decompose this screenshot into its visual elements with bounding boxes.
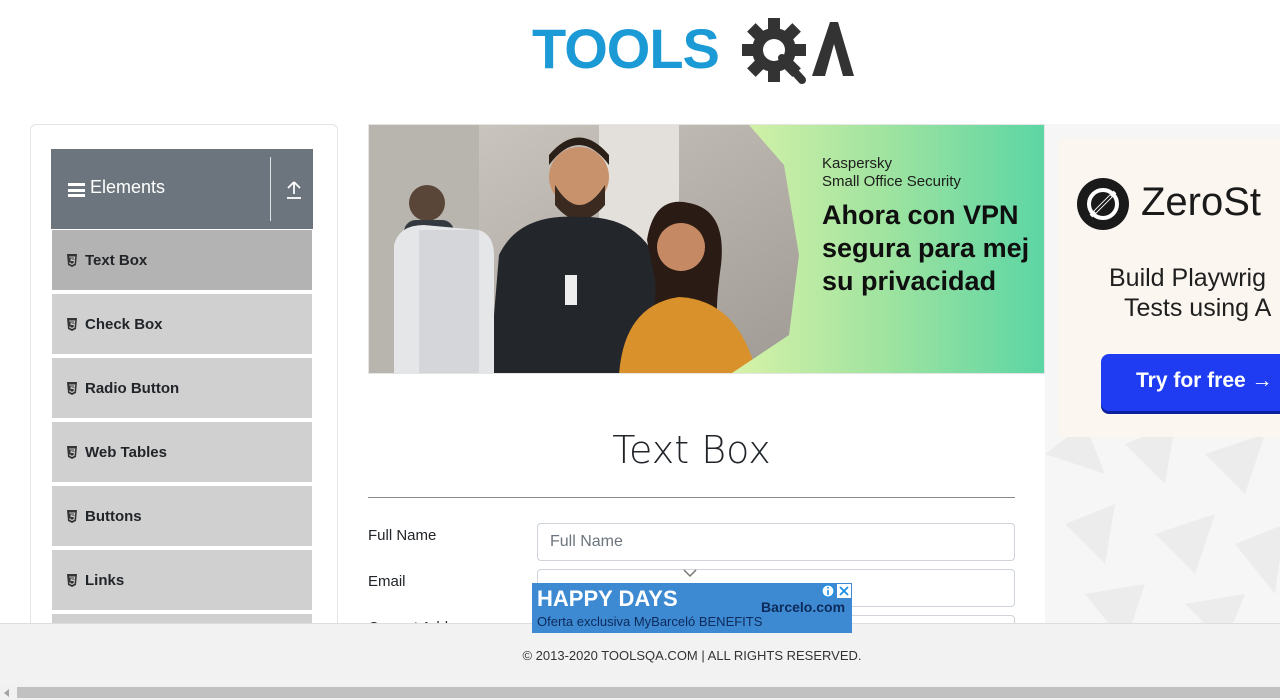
sidebar-item-label: Text Box <box>85 251 148 269</box>
ad-subline: Oferta exclusiva MyBarceló BENEFITS <box>537 614 763 629</box>
gear-icon <box>742 18 806 84</box>
upload-icon[interactable] <box>285 180 303 200</box>
sidebar-item-label: Web Tables <box>85 443 167 461</box>
zerostep-logo-icon <box>1077 178 1129 230</box>
html5-icon <box>67 509 77 523</box>
ad-headline: HAPPY DAYS <box>537 586 678 611</box>
html5-icon <box>67 573 77 587</box>
barcelo-bottom-ad[interactable]: HAPPY DAYS Barcelo.com Oferta exclusiva … <box>532 583 852 633</box>
copyright-text: © 2013-2020 TOOLSQA.COM | ALL RIGHTS RES… <box>522 648 862 663</box>
kaspersky-banner-ad[interactable]: Kaspersky Small Office Security Ahora co… <box>368 124 1045 374</box>
sidebar-item-label: Buttons <box>85 507 142 525</box>
headline-line: segura para mej <box>822 233 1030 263</box>
headline-line: su privacidad <box>822 266 997 296</box>
toolsqa-logo[interactable]: TOOLS <box>532 14 854 92</box>
page-title: Text Box <box>612 428 771 472</box>
group-title: Elements <box>90 177 166 197</box>
html5-icon <box>67 445 77 459</box>
ad-brand: Barcelo.com <box>761 599 846 615</box>
chevron-down-icon[interactable] <box>683 569 697 578</box>
title-divider <box>368 497 1015 498</box>
elements-group-header[interactable]: Elements <box>51 149 313 229</box>
zerostep-brand: ZeroSt <box>1141 180 1262 224</box>
kaspersky-headline: Ahora con VPN segura para mej su privaci… <box>822 199 1044 298</box>
ad-info-icon[interactable] <box>821 584 835 598</box>
ad-text-line: Tests using A <box>1124 294 1272 322</box>
page: TOOLS Elements Text Box Check Box Radio … <box>0 0 1280 700</box>
ad-text-line: Build Playwrig <box>1109 264 1267 292</box>
logo-text-tools: TOOLS <box>532 17 719 80</box>
sidebar-item-text-box[interactable]: Text Box <box>52 230 312 292</box>
sidebar-item-buttons[interactable]: Buttons <box>52 486 312 548</box>
email-label: Email <box>368 573 406 590</box>
scrollbar-thumb[interactable] <box>17 687 1280 698</box>
logo-letter-a <box>812 22 854 76</box>
sidebar-item-check-box[interactable]: Check Box <box>52 294 312 356</box>
full-name-label: Full Name <box>368 527 437 544</box>
sidebar-item-label: Radio Button <box>85 379 180 397</box>
kaspersky-brand: Kaspersky Small Office Security <box>822 155 961 191</box>
sidebar-item-label: Links <box>85 571 125 589</box>
sidebar-item-links[interactable]: Links <box>52 550 312 612</box>
scroll-left-arrow-icon[interactable] <box>4 689 9 697</box>
headline-line: Ahora con VPN <box>822 200 1019 230</box>
html5-icon <box>67 317 77 331</box>
html5-icon <box>67 253 77 267</box>
brand-line: Kaspersky <box>822 155 893 172</box>
sidebar-item-radio-button[interactable]: Radio Button <box>52 358 312 420</box>
ad-close-icon[interactable] <box>837 584 851 598</box>
menu-icon <box>68 183 85 197</box>
sidebar-item-web-tables[interactable]: Web Tables <box>52 422 312 484</box>
zerostep-side-ad[interactable]: ZeroSt Build Playwrig Tests using A Try … <box>1045 124 1280 644</box>
divider <box>270 157 271 221</box>
brand-line: Small Office Security <box>822 173 961 190</box>
html5-icon <box>67 381 77 395</box>
horizontal-scrollbar[interactable] <box>0 685 1280 700</box>
full-name-input[interactable] <box>537 523 1015 561</box>
sidebar-item-label: Check Box <box>85 315 163 333</box>
try-for-free-button[interactable]: Try for free → <box>1101 354 1280 411</box>
